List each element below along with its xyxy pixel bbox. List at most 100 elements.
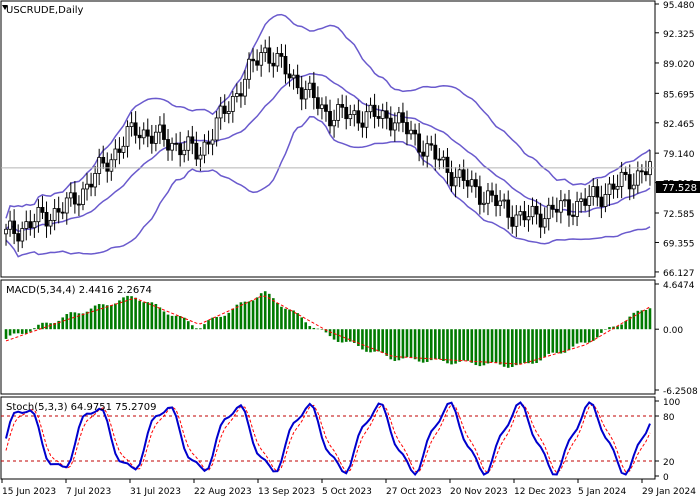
stoch-tick-label: 20 [663, 458, 675, 468]
macd-bar [300, 317, 303, 330]
candle-body [550, 204, 555, 210]
candle-body [239, 93, 243, 97]
macd-bar [344, 329, 348, 342]
macd-bar [114, 303, 117, 330]
macd-bar [523, 329, 526, 363]
macd-bar [33, 328, 36, 330]
candle-body [429, 143, 434, 146]
candle-body [611, 183, 616, 190]
candle-body [477, 186, 482, 205]
candle-body [174, 142, 179, 145]
macd-bar [413, 329, 417, 360]
candle-body [267, 47, 272, 64]
macd-bar [272, 298, 275, 330]
candle-body [506, 199, 511, 218]
macd-bar [583, 329, 587, 343]
candle-body [64, 197, 69, 214]
candle-body [283, 55, 288, 75]
macd-bar [438, 329, 441, 360]
macd-bar [231, 308, 235, 330]
macd-bar [506, 329, 510, 368]
candle-body [445, 156, 450, 173]
candle-body [186, 136, 191, 151]
candle-body [56, 208, 61, 213]
candle-body [356, 110, 361, 124]
candle-body [210, 139, 215, 145]
macd-bar [65, 314, 69, 330]
candle-body [105, 162, 110, 172]
macd-bar [454, 329, 457, 364]
candle-body [166, 139, 170, 151]
macd-bar [304, 322, 308, 330]
macd-bar [178, 316, 182, 330]
time-axis: 15 Jun 2023 7 Jul 2023 31 Jul 2023 22 Aug 2… [1, 479, 696, 497]
macd-bar [527, 329, 530, 364]
candle-body [222, 105, 227, 114]
candle-body [4, 228, 8, 235]
price-tick-label: 95.480 [663, 1, 695, 11]
candle-body [52, 208, 57, 221]
macd-bar [12, 329, 16, 334]
candle-body [202, 141, 207, 156]
candle-body [396, 112, 401, 124]
candle-body [230, 96, 235, 112]
candle-body [388, 117, 393, 131]
candle-body [364, 111, 369, 128]
candle-body [530, 205, 535, 218]
macd-bar [130, 296, 133, 330]
macd-bar [535, 329, 538, 364]
macd-tick-label: -6.2508 [663, 387, 698, 397]
candle-body [619, 171, 624, 187]
candle-body [190, 136, 195, 144]
candle-body [291, 74, 296, 79]
candle-body [234, 93, 239, 97]
candle-body [635, 170, 640, 186]
macd-bar [482, 329, 486, 366]
candle-body [417, 133, 422, 153]
macd-bar [316, 328, 320, 330]
candle-body [97, 156, 102, 174]
macd-bar [207, 320, 210, 330]
candle-body [89, 183, 93, 188]
macd-bar [397, 329, 401, 361]
candle-body [380, 110, 385, 119]
macd-bar [478, 329, 482, 367]
candle-body [567, 199, 571, 216]
candle-body [178, 143, 183, 156]
macd-bar [186, 321, 190, 330]
candle-body [623, 171, 628, 175]
candle-body [125, 126, 130, 147]
candle-body [141, 129, 146, 139]
macd-bar [462, 329, 465, 361]
candle-body [320, 104, 324, 109]
candle-body [392, 122, 397, 131]
candle-body [571, 214, 575, 217]
price-tick-label: 79.140 [663, 150, 695, 160]
time-tick-label: 31 Jul 2023 [130, 487, 181, 497]
macd-bar [162, 311, 166, 330]
candle-body [465, 180, 470, 187]
macd-bar [45, 322, 48, 330]
candle-body [340, 104, 345, 108]
macd-bar [490, 329, 494, 363]
macd-bar [85, 311, 89, 330]
candle-body [182, 149, 187, 156]
macd-bar [110, 305, 113, 330]
candle-body [287, 73, 292, 79]
time-tick-label: 20 Nov 2023 [450, 487, 508, 497]
macd-bar [474, 329, 478, 366]
candle-body [137, 134, 142, 139]
candle-body [546, 204, 551, 220]
macd-bar [174, 315, 178, 330]
macd-bar [425, 329, 429, 362]
candle-body [8, 220, 12, 230]
candle-body [255, 60, 260, 66]
price-title: USCRUDE,Daily [6, 5, 83, 16]
macd-bar [61, 317, 65, 330]
candle-body [36, 207, 41, 223]
candle-body [101, 156, 106, 164]
current-price-label: 77.528 [656, 181, 700, 194]
candle-body [81, 188, 85, 205]
candle-body [595, 186, 600, 198]
time-tick-label: 12 Dec 2023 [514, 487, 572, 497]
